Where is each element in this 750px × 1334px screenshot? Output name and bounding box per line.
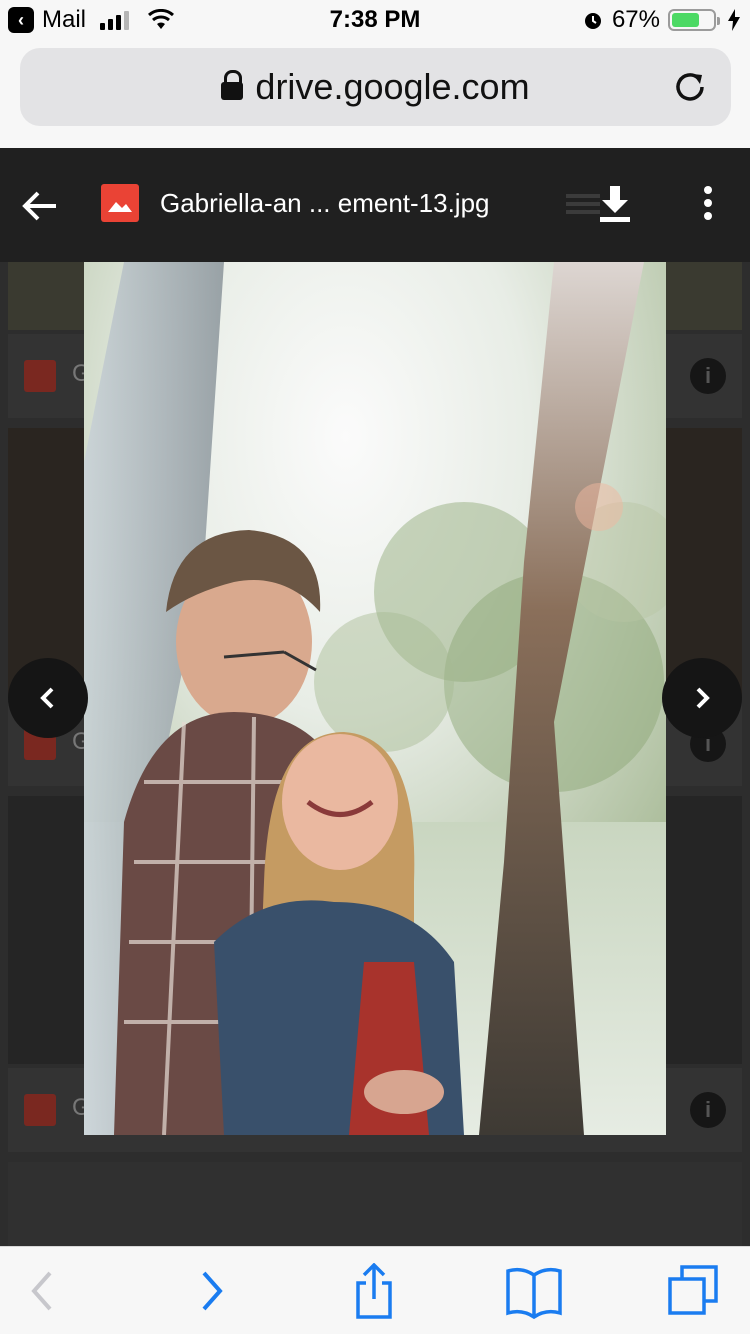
battery-level — [672, 13, 699, 27]
chevron-right-icon — [696, 687, 710, 709]
battery-percent: 67% — [611, 6, 660, 33]
info-icon: i — [690, 358, 726, 394]
background-thumbnail — [8, 1162, 742, 1246]
info-icon: i — [690, 1092, 726, 1128]
tabs-icon[interactable] — [664, 1263, 724, 1319]
file-title: Gabriella-an ... ement-13.jpg — [160, 188, 490, 218]
status-right: 67% — [582, 6, 740, 34]
viewer-header: Gabriella-an ... ement-13.jpg — [0, 148, 750, 262]
browser-chrome: drive.google.com — [0, 40, 750, 148]
download-icon[interactable] — [598, 184, 632, 224]
list-view-icon — [566, 194, 600, 218]
image-file-icon — [24, 360, 56, 392]
photo-couple-image — [84, 262, 666, 1135]
forward-chevron-icon[interactable] — [180, 1263, 240, 1319]
next-image-button[interactable] — [662, 658, 742, 738]
charging-bolt-icon — [728, 9, 740, 31]
share-icon[interactable] — [344, 1263, 404, 1319]
browser-toolbar — [0, 1246, 750, 1334]
url-text[interactable]: drive.google.com — [255, 66, 529, 108]
address-bar[interactable]: drive.google.com — [20, 48, 731, 126]
back-chevron-icon[interactable] — [14, 1263, 74, 1319]
bookmarks-icon[interactable] — [504, 1263, 564, 1319]
reload-icon[interactable] — [671, 68, 709, 106]
back-arrow-icon[interactable] — [20, 186, 60, 226]
alarm-icon — [584, 13, 601, 29]
battery-icon — [668, 9, 720, 31]
more-vert-icon[interactable] — [700, 186, 716, 226]
image-file-icon — [24, 1094, 56, 1126]
chevron-left-icon — [40, 687, 54, 709]
image-file-icon — [101, 184, 139, 222]
photo-preview[interactable] — [84, 262, 666, 1135]
lock-icon — [221, 70, 244, 104]
previous-image-button[interactable] — [8, 658, 88, 738]
status-bar: ‹ Mail 7:38 PM 67% — [0, 0, 750, 40]
